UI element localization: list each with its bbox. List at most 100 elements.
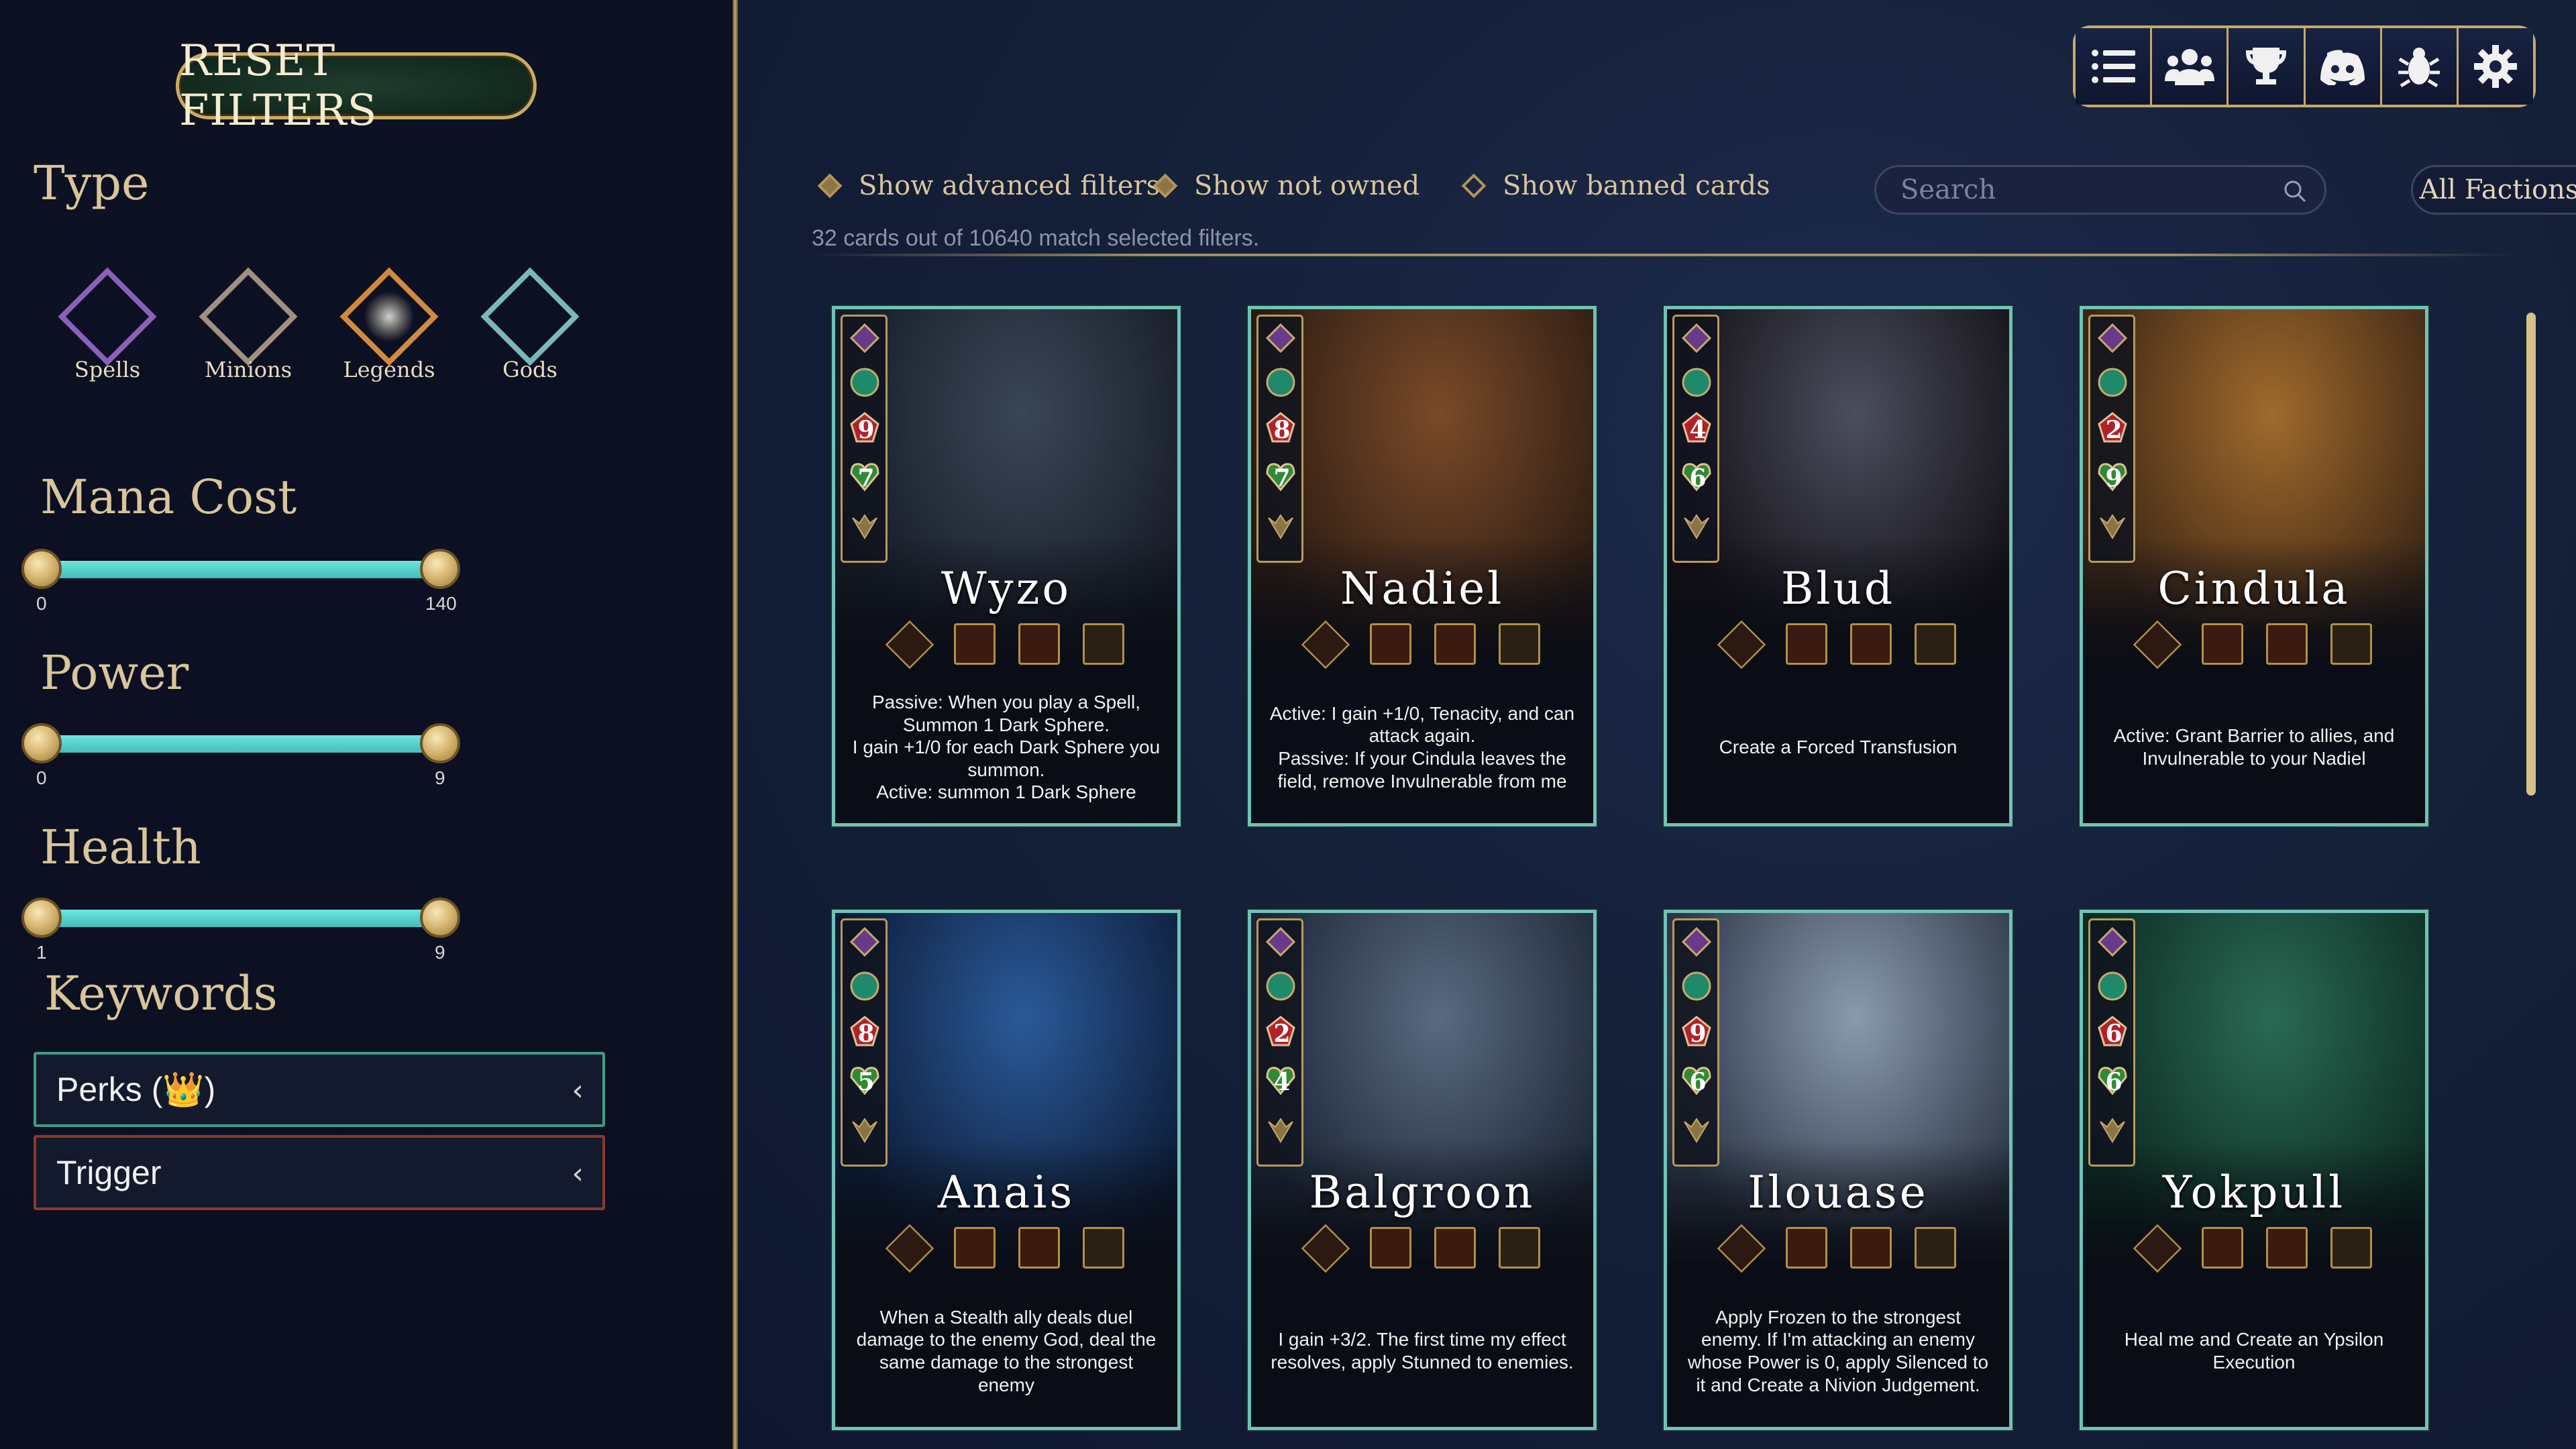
card-name: Balgroon — [1309, 1167, 1536, 1218]
search-box[interactable] — [1874, 165, 2326, 215]
card-tile[interactable]: 9 7 Wyzo Passive: When you play a Spell, Su… — [832, 306, 1181, 826]
faction-select[interactable]: All Factions ˇ — [2411, 165, 2576, 215]
card-power: 2 — [1273, 1020, 1291, 1048]
card-power: 9 — [857, 416, 875, 444]
card-tile[interactable]: 8 7 Nadiel Active: I gain +1/0, Tenacity, a… — [1248, 306, 1597, 826]
mana-icon — [2098, 971, 2127, 1001]
card-stat-rail: 85 — [841, 918, 888, 1167]
faction-icon — [1681, 926, 1712, 957]
discord-button[interactable] — [2305, 28, 2382, 105]
community-button[interactable] — [2152, 28, 2229, 105]
trophy-icon — [2245, 48, 2286, 85]
card-ability-line: Apply Frozen to the strongest enemy. If … — [1687, 1306, 1989, 1395]
card-stat-rail: 24 — [1256, 918, 1303, 1167]
card-ability-text: Apply Frozen to the strongest enemy. If … — [1683, 1289, 1993, 1413]
card-keyword-icons — [2083, 1224, 2425, 1273]
keyword-icon — [2266, 623, 2308, 665]
card-power: 8 — [1273, 416, 1291, 444]
power-slider-track[interactable] — [42, 735, 440, 753]
mana-icon — [1266, 971, 1295, 1001]
mana-icon — [1266, 368, 1295, 397]
card-keyword-icons — [1251, 620, 1593, 669]
show-advanced-filters-toggle[interactable]: Show advanced filters — [816, 170, 1160, 201]
card-ability-line: Active: I gain +1/0, Tenacity, and can a… — [1269, 702, 1575, 747]
keywords-heading: Keywords — [44, 966, 278, 1021]
show-banned-cards-label: Show banned cards — [1503, 170, 1770, 201]
settings-icon — [2474, 45, 2518, 88]
health-slider-track[interactable] — [42, 910, 440, 927]
settings-button[interactable] — [2458, 28, 2534, 105]
keyword-icon — [1018, 623, 1060, 665]
card-health: 5 — [857, 1068, 875, 1096]
power-max-handle[interactable] — [420, 723, 460, 763]
keyword-icon — [1850, 1227, 1892, 1269]
rarity-crest-icon — [1268, 514, 1293, 539]
divider — [812, 254, 2516, 256]
reset-filters-button[interactable]: RESET FILTERS — [176, 36, 537, 136]
mana-icon — [1682, 971, 1711, 1001]
type-filter-gods[interactable]: Gods — [463, 255, 597, 389]
card-health: 9 — [2105, 464, 2123, 492]
faction-icon — [2097, 926, 2128, 957]
search-icon — [2284, 180, 2306, 203]
diamond-checkbox-icon — [817, 173, 843, 199]
leaderboard-button[interactable] — [2229, 28, 2306, 105]
keyword-icon — [1434, 1227, 1476, 1269]
perk-crown-icon — [2330, 1227, 2372, 1269]
keyword-icon — [1370, 623, 1411, 665]
scrollbar[interactable] — [2526, 313, 2536, 796]
faction-icon — [1265, 926, 1296, 957]
show-not-owned-toggle[interactable]: Show not owned — [1151, 170, 1419, 201]
type-label-minions: Minions — [204, 357, 292, 382]
card-tile[interactable]: 4 6 Blud Create a Forced Transfusion — [1664, 306, 2012, 826]
health-min-handle[interactable] — [21, 898, 62, 938]
ability-diamond-icon — [885, 1224, 934, 1273]
mana-icon — [1682, 368, 1711, 397]
card-tile[interactable]: 2 9 Cindula Active: Grant Barrier to allies… — [2080, 306, 2428, 826]
card-tile[interactable]: 8 5 Anais When a Stealth ally deals duel da… — [832, 910, 1181, 1430]
card-tile[interactable]: 6 6 Yokpull Heal me and Create an Ypsilon E… — [2080, 910, 2428, 1430]
show-banned-cards-toggle[interactable]: Show banned cards — [1460, 170, 1770, 201]
mana-min-handle[interactable] — [21, 549, 62, 589]
search-input[interactable] — [1900, 174, 2276, 205]
card-tile[interactable]: 2 4 Balgroon I gain +3/2. The first time my… — [1248, 910, 1597, 1430]
mana-cost-heading: Mana Cost — [40, 470, 297, 525]
faction-icon — [849, 323, 880, 354]
type-label-spells: Spells — [74, 357, 141, 382]
power-heading: Power — [40, 645, 189, 700]
card-power: 8 — [857, 1020, 875, 1048]
mana-icon — [850, 368, 879, 397]
card-stat-rail: 66 — [2088, 918, 2135, 1167]
card-ability-text: Passive: When you play a Spell, Summon 1… — [851, 685, 1161, 810]
show-not-owned-label: Show not owned — [1194, 170, 1420, 201]
card-ability-line: Passive: If your Cindula leaves the fiel… — [1277, 748, 1567, 792]
mana-max-handle[interactable] — [420, 549, 460, 589]
health-max-handle[interactable] — [420, 898, 460, 938]
card-stat-rail: 97 — [841, 315, 888, 563]
legends-diamond-icon — [339, 267, 439, 366]
type-filter-legends[interactable]: Legends — [322, 255, 456, 389]
list-view-button[interactable] — [2076, 28, 2153, 105]
rarity-crest-icon — [852, 514, 877, 539]
health-heading: Health — [40, 820, 201, 875]
top-toolbar — [2073, 25, 2536, 107]
keyword-icon — [1786, 1227, 1827, 1269]
card-keyword-icons — [1667, 620, 2009, 669]
ability-diamond-icon — [2133, 1224, 2182, 1273]
card-name: Ilouase — [1748, 1167, 1929, 1218]
card-health: 4 — [1273, 1068, 1291, 1096]
card-tile[interactable]: 9 6 Ilouase Apply Frozen to the strongest e… — [1664, 910, 2012, 1430]
match-count: 32 cards out of 10640 match selected fil… — [812, 225, 1260, 251]
keyword-perks-dropdown[interactable]: Perks (👑) ‹ — [34, 1052, 605, 1127]
type-filter-spells[interactable]: Spells — [40, 255, 174, 389]
power-min-handle[interactable] — [21, 723, 62, 763]
perk-crown-icon — [1499, 1227, 1540, 1269]
card-ability-text: I gain +3/2. The first time my effect re… — [1267, 1289, 1577, 1413]
keyword-perks-label: Perks (👑) — [56, 1070, 216, 1108]
card-name: Blud — [1780, 563, 1896, 614]
keyword-icon — [2202, 623, 2243, 665]
report-bug-button[interactable] — [2381, 28, 2459, 105]
type-filter-minions[interactable]: Minions — [181, 255, 315, 389]
mana-slider-track[interactable] — [42, 561, 440, 578]
keyword-trigger-dropdown[interactable]: Trigger ‹ — [34, 1135, 605, 1210]
